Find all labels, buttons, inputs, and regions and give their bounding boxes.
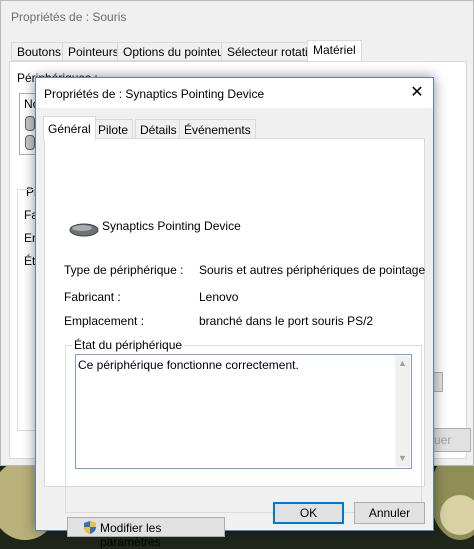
modify-settings-button[interactable]: Modifier les paramètres bbox=[67, 517, 225, 549]
mouse-icon bbox=[25, 135, 35, 150]
manufacturer-value: Lenovo bbox=[199, 290, 239, 304]
window-title: Propriétés de : Souris bbox=[11, 10, 127, 24]
device-status-text: Ce périphérique fonctionne correctement. bbox=[78, 358, 299, 372]
device-type-value: Souris et autres périphériques de pointa… bbox=[199, 263, 426, 277]
ok-button[interactable]: OK bbox=[273, 502, 344, 524]
device-name: Synaptics Pointing Device bbox=[102, 219, 241, 233]
tab-pilote[interactable]: Pilote bbox=[93, 119, 134, 139]
tab-selecteur-rotatif[interactable]: Sélecteur rotatif bbox=[221, 42, 318, 61]
mouse-device-icon bbox=[69, 223, 99, 237]
tab-boutons[interactable]: Boutons bbox=[11, 42, 68, 61]
tab-options-pointeur[interactable]: Options du pointeur bbox=[117, 42, 234, 61]
location-label: Emplacement : bbox=[64, 314, 145, 328]
device-properties-dialog: Propriétés de : Synaptics Pointing Devic… bbox=[35, 77, 434, 549]
close-icon[interactable]: ✕ bbox=[402, 80, 432, 106]
location-value: branché dans le port souris PS/2 bbox=[199, 314, 374, 328]
title-bar: Propriétés de : Synaptics Pointing Devic… bbox=[36, 78, 433, 108]
manufacturer-label: Fabricant : bbox=[64, 290, 121, 304]
tab-general[interactable]: Général bbox=[43, 116, 96, 140]
modify-settings-label: Modifier les paramètres bbox=[100, 521, 162, 549]
scroll-down-icon[interactable]: ▼ bbox=[398, 453, 407, 463]
mouse-icon bbox=[25, 116, 35, 131]
device-status-label: État du périphérique bbox=[72, 338, 185, 352]
tab-pointeurs[interactable]: Pointeurs bbox=[62, 42, 125, 61]
device-status-textbox[interactable]: Ce périphérique fonctionne correctement.… bbox=[75, 354, 412, 469]
tab-materiel[interactable]: Matériel bbox=[307, 40, 362, 62]
scroll-up-icon[interactable]: ▲ bbox=[398, 358, 407, 368]
device-type-label: Type de périphérique : bbox=[64, 263, 184, 277]
properties-button[interactable] bbox=[433, 372, 443, 392]
uac-shield-icon bbox=[84, 521, 96, 534]
status-fragment: Ét bbox=[24, 254, 36, 268]
cancel-button[interactable]: Annuler bbox=[354, 502, 425, 524]
dialog-title: Propriétés de : Synaptics Pointing Devic… bbox=[44, 87, 265, 101]
tab-details[interactable]: Détails bbox=[135, 119, 182, 139]
general-panel: Synaptics Pointing Device Type de périph… bbox=[44, 138, 426, 549]
apply-button[interactable]: uer bbox=[429, 428, 471, 452]
tab-evenements[interactable]: Événements bbox=[179, 119, 256, 139]
status-scrollbar[interactable]: ▲ ▼ bbox=[395, 356, 410, 467]
